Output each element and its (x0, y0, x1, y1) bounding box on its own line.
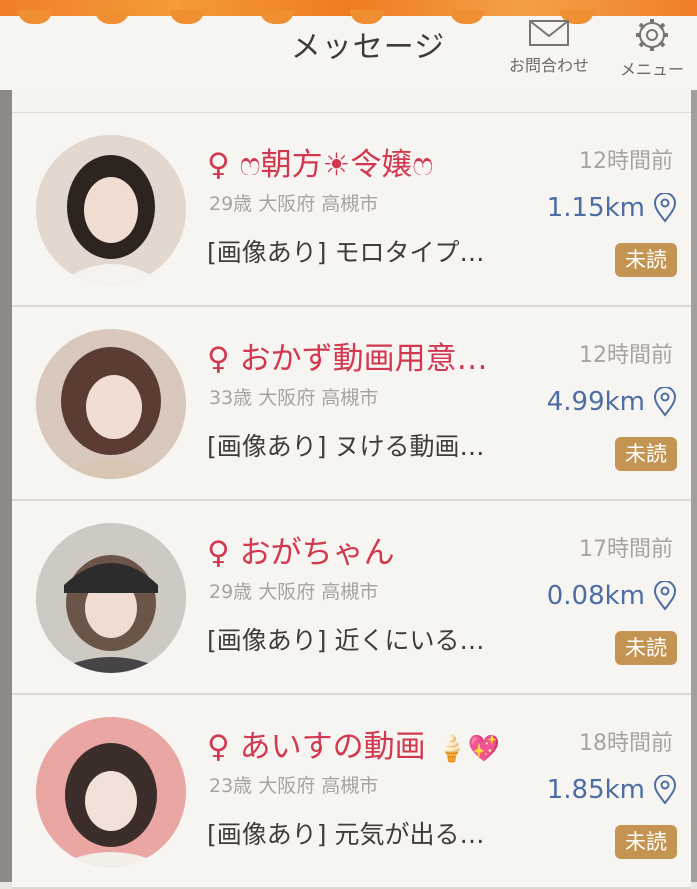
menu-button[interactable]: メニュー (608, 18, 696, 80)
location-pin-icon (653, 387, 677, 417)
location-pin-icon (653, 193, 677, 223)
unread-badge: 未読 (615, 437, 677, 471)
sender-name-text: あいすの動画 (239, 729, 426, 765)
name-decoration: ෆ (239, 147, 261, 183)
message-row[interactable]: ♀ おかず動画用意… 12時間前 33歳 大阪府 高槻市 4.99km [画像あ… (12, 307, 691, 501)
menu-label: メニュー (619, 60, 684, 79)
timestamp: 17時間前 (579, 537, 673, 562)
screen-edge-left (0, 90, 12, 882)
location-pin-icon (653, 775, 677, 805)
sender-name: ♀ あいすの動画 🍦💖 (207, 721, 500, 766)
distance-text: 1.85km (546, 775, 645, 805)
unread-badge: 未読 (615, 631, 677, 665)
contact-label: お問合わせ (508, 56, 589, 75)
unread-badge: 未読 (615, 243, 677, 277)
location-pin-icon (653, 581, 677, 611)
distance: 0.08km (547, 581, 677, 611)
timestamp: 18時間前 (579, 731, 673, 756)
screen-edge-right (691, 90, 697, 882)
name-decoration: ෆ (412, 147, 434, 183)
avatar-photo (36, 329, 186, 479)
avatar[interactable] (36, 523, 186, 673)
contact-button[interactable]: お問合わせ (497, 18, 601, 76)
drip-decoration (170, 10, 204, 24)
avatar-photo (36, 135, 186, 285)
avatar[interactable] (36, 135, 186, 285)
drip-decoration (95, 10, 129, 24)
timestamp: 12時間前 (579, 343, 673, 368)
sender-meta: 23歳 大阪府 高槻市 (209, 775, 379, 797)
sender-name: ♀ ෆ朝方☀令嬢ෆ (207, 139, 433, 184)
mail-icon (529, 20, 569, 46)
drip-decoration (18, 10, 52, 24)
venus-icon: ♀ (207, 147, 230, 183)
message-list: ♀ ෆ朝方☀令嬢ෆ 12時間前 29歳 大阪府 高槻市 1.15km [画像あり… (12, 90, 691, 889)
sender-meta: 29歳 大阪府 高槻市 (209, 193, 379, 215)
venus-icon: ♀ (207, 341, 230, 377)
unread-badge: 未読 (615, 825, 677, 859)
avatar[interactable] (36, 329, 186, 479)
message-preview: [画像あり] ヌける動画… (207, 432, 485, 461)
message-preview: [画像あり] 近くにいる… (207, 626, 485, 655)
sender-name: ♀ おかず動画用意… (207, 333, 488, 378)
sender-name-text: 朝方☀令嬢 (260, 147, 413, 183)
sender-name-text: おがちゃん (239, 535, 395, 571)
sender-meta: 29歳 大阪府 高槻市 (209, 581, 379, 603)
app-header: メッセージ お問合わせ メニュー (0, 0, 697, 91)
message-row[interactable]: ♀ おがちゃん 17時間前 29歳 大阪府 高槻市 0.08km [画像あり] … (12, 501, 691, 695)
sender-meta: 33歳 大阪府 高槻市 (209, 387, 379, 409)
avatar-photo (36, 717, 186, 867)
distance: 4.99km (547, 387, 677, 417)
message-preview: [画像あり] 元気が出る… (207, 820, 485, 849)
distance: 1.85km (547, 775, 677, 805)
venus-icon: ♀ (207, 729, 230, 765)
distance-text: 0.08km (546, 581, 645, 611)
sender-name-text: おかず動画用意… (239, 341, 488, 377)
message-preview: [画像あり] モロタイプ… (207, 238, 485, 267)
distance-text: 1.15km (546, 193, 645, 223)
sender-name: ♀ おがちゃん (207, 527, 395, 572)
venus-icon: ♀ (207, 535, 230, 571)
distance: 1.15km (547, 193, 677, 223)
name-emoji-icons: 🍦💖 (435, 734, 501, 764)
message-row[interactable]: ♀ ෆ朝方☀令嬢ෆ 12時間前 29歳 大阪府 高槻市 1.15km [画像あり… (12, 113, 691, 307)
gear-icon (636, 19, 668, 51)
avatar-photo (36, 523, 186, 673)
message-row[interactable]: ♀ あいすの動画 🍦💖 18時間前 23歳 大阪府 高槻市 1.85km [画像… (12, 695, 691, 889)
avatar[interactable] (36, 717, 186, 867)
list-top-spacer (12, 90, 691, 113)
distance-text: 4.99km (546, 387, 645, 417)
drip-decoration (450, 10, 484, 24)
timestamp: 12時間前 (579, 149, 673, 174)
page-title: メッセージ (290, 30, 446, 65)
